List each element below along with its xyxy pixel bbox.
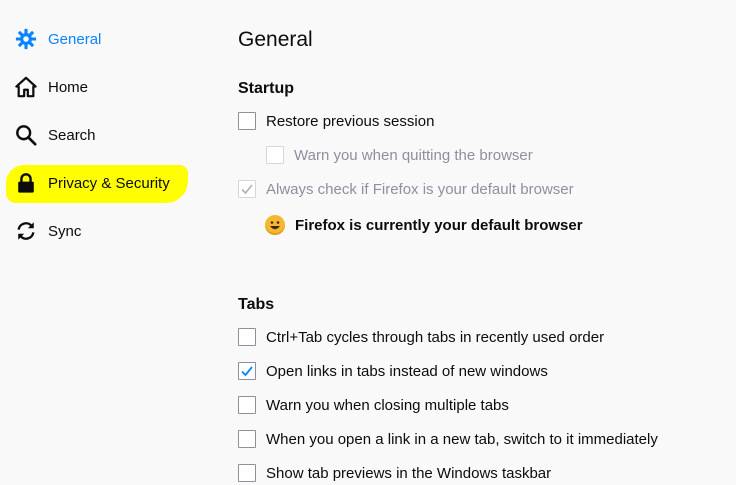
warn-quit-option: Warn you when quitting the browser (266, 144, 533, 166)
switch-new-tab-label: When you open a link in a new tab, switc… (266, 430, 658, 448)
ctrl-tab-checkbox[interactable] (238, 328, 256, 346)
open-links-tabs-label: Open links in tabs instead of new window… (266, 362, 548, 380)
sidebar-item-sync[interactable]: Sync (14, 217, 81, 245)
default-browser-check-option: Always check if Firefox is your default … (238, 178, 574, 200)
preferences-window: General Home Search Privacy & Security S… (0, 0, 736, 485)
restore-session-label: Restore previous session (266, 112, 435, 130)
sidebar: General Home Search Privacy & Security S… (0, 0, 210, 485)
main-content: General Startup Restore previous session… (238, 0, 736, 485)
default-browser-status-text: Firefox is currently your default browse… (295, 216, 583, 234)
warn-close-tabs-checkbox[interactable] (238, 396, 256, 414)
startup-heading: Startup (238, 80, 294, 97)
warn-close-tabs-option[interactable]: Warn you when closing multiple tabs (238, 394, 509, 416)
restore-session-option[interactable]: Restore previous session (238, 110, 434, 132)
page-title: General (238, 28, 313, 51)
tab-previews-label: Show tab previews in the Windows taskbar (266, 464, 552, 482)
open-links-tabs-checkbox[interactable] (238, 362, 256, 380)
sidebar-item-search[interactable]: Search (14, 121, 96, 149)
warn-quit-checkbox (266, 146, 284, 164)
ctrl-tab-option[interactable]: Ctrl+Tab cycles through tabs in recently… (238, 326, 604, 348)
sidebar-item-label: Home (48, 78, 89, 96)
open-links-tabs-option[interactable]: Open links in tabs instead of new window… (238, 360, 548, 382)
sidebar-item-label: Sync (48, 222, 82, 240)
checkmark-icon (241, 184, 253, 195)
sidebar-item-label: General (48, 30, 102, 48)
gear-icon (14, 27, 38, 51)
sidebar-item-general[interactable]: General (14, 25, 101, 53)
default-browser-status: Firefox is currently your default browse… (265, 214, 583, 236)
switch-new-tab-option[interactable]: When you open a link in a new tab, switc… (238, 428, 658, 450)
tabs-heading: Tabs (238, 296, 275, 313)
switch-new-tab-checkbox[interactable] (238, 430, 256, 448)
tab-previews-option[interactable]: Show tab previews in the Windows taskbar (238, 462, 551, 484)
home-icon (14, 75, 38, 99)
restore-session-checkbox[interactable] (238, 112, 256, 130)
default-browser-check-label: Always check if Firefox is your default … (266, 180, 574, 198)
sync-icon (14, 219, 38, 243)
warn-close-tabs-label: Warn you when closing multiple tabs (266, 396, 509, 414)
tab-previews-checkbox[interactable] (238, 464, 256, 482)
sidebar-item-privacy-security[interactable]: Privacy & Security (14, 169, 170, 197)
default-browser-checkbox (238, 180, 256, 198)
warn-quit-label: Warn you when quitting the browser (294, 146, 533, 164)
smiley-icon (265, 215, 285, 235)
sidebar-item-label: Search (48, 126, 96, 144)
ctrl-tab-label: Ctrl+Tab cycles through tabs in recently… (266, 328, 605, 346)
checkmark-icon (241, 366, 253, 377)
sidebar-item-home[interactable]: Home (14, 73, 88, 101)
search-icon (14, 123, 38, 147)
sidebar-item-label: Privacy & Security (48, 174, 170, 192)
lock-icon (14, 171, 38, 195)
